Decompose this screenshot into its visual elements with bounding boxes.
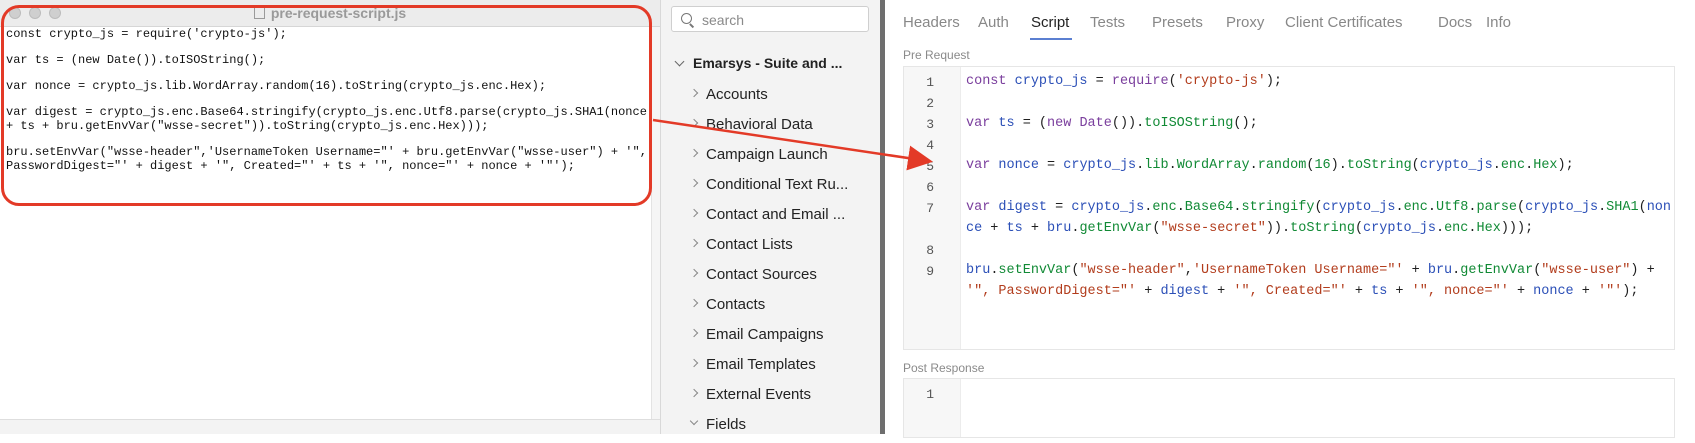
chevron-right-icon	[689, 388, 699, 398]
chevron-right-icon	[689, 118, 699, 128]
folder-label: Fields	[706, 416, 747, 433]
chevron-right-icon	[689, 178, 699, 188]
folder-item-email-templates[interactable]: Email Templates	[661, 353, 881, 383]
search-box[interactable]	[671, 6, 869, 32]
line-number: 9	[926, 264, 934, 279]
folder-label: Behavioral Data	[706, 116, 813, 133]
code-line: var nonce = crypto_js.lib.WordArray.rand…	[966, 158, 1574, 173]
line-number: 7	[926, 201, 934, 216]
tab-client-certificates[interactable]: Client Certificates	[1285, 14, 1403, 31]
request-panel: Headers Auth Script Tests Presets Proxy …	[885, 0, 1695, 438]
folder-label: Conditional Text Ru...	[706, 176, 849, 193]
folder-item-fields[interactable]: Fields	[661, 413, 881, 443]
code-line: const crypto_js = require('crypto-js');	[966, 74, 1283, 89]
line-number: 1	[926, 387, 934, 402]
editor-scrollbar[interactable]	[651, 27, 660, 419]
folder-item-email-campaigns[interactable]: Email Campaigns	[661, 323, 881, 353]
tab-info[interactable]: Info	[1486, 14, 1511, 31]
line-number: 2	[926, 96, 934, 111]
collection-name: Emarsys - Suite and ...	[693, 55, 843, 71]
folder-item-contacts[interactable]: Contacts	[661, 293, 881, 323]
chevron-right-icon	[689, 208, 699, 218]
tab-proxy[interactable]: Proxy	[1226, 14, 1264, 31]
chevron-right-icon	[689, 238, 699, 248]
line-number: 5	[926, 159, 934, 174]
chevron-right-icon	[689, 298, 699, 308]
pre-request-editor[interactable]: 1 2 3 4 5 6 7 8 9 const crypto_js = requ…	[903, 66, 1675, 350]
chevron-right-icon	[689, 88, 699, 98]
folder-item-accounts[interactable]: Accounts	[661, 83, 881, 113]
search-input[interactable]	[700, 10, 864, 30]
code-line: var digest = crypto_js.enc.Base64.string…	[966, 200, 1671, 236]
tab-presets[interactable]: Presets	[1152, 14, 1203, 31]
pre-request-label: Pre Request	[903, 48, 970, 62]
chevron-right-icon	[689, 148, 699, 158]
sidebar: Emarsys - Suite and ... Accounts Behavio…	[660, 0, 881, 434]
folder-item-contact-lists[interactable]: Contact Lists	[661, 233, 881, 263]
folder-item-campaign-launch[interactable]: Campaign Launch	[661, 143, 881, 173]
collection-item[interactable]: Emarsys - Suite and ...	[673, 55, 878, 77]
line-number: 6	[926, 180, 934, 195]
chevron-right-icon	[689, 328, 699, 338]
annotation-highlight-box	[1, 5, 652, 206]
active-tab-indicator	[1030, 38, 1072, 40]
folder-label: Contact Lists	[706, 236, 793, 253]
folder-list: Accounts Behavioral Data Campaign Launch…	[661, 83, 881, 443]
tab-auth[interactable]: Auth	[978, 14, 1009, 31]
folder-label: Campaign Launch	[706, 146, 828, 163]
line-number: 3	[926, 117, 934, 132]
chevron-right-icon	[689, 358, 699, 368]
line-number: 1	[926, 75, 934, 90]
tab-script[interactable]: Script	[1031, 14, 1069, 31]
code-line: bru.setEnvVar("wsse-header",'UsernameTok…	[966, 263, 1663, 299]
tab-tests[interactable]: Tests	[1090, 14, 1125, 31]
post-response-editor[interactable]: 1	[903, 378, 1675, 438]
chevron-right-icon	[689, 268, 699, 278]
folder-item-conditional-text[interactable]: Conditional Text Ru...	[661, 173, 881, 203]
folder-item-external-events[interactable]: External Events	[661, 383, 881, 413]
code-line: var ts = (new Date()).toISOString();	[966, 116, 1258, 131]
chevron-down-icon	[674, 56, 685, 67]
line-number-gutter: 1 2 3 4 5 6 7 8 9	[904, 67, 961, 349]
folder-label: Contact Sources	[706, 266, 817, 283]
line-number-gutter: 1	[904, 379, 961, 437]
post-response-label: Post Response	[903, 361, 985, 375]
line-number: 8	[926, 243, 934, 258]
folder-label: Contact and Email ...	[706, 206, 846, 223]
folder-item-contact-sources[interactable]: Contact Sources	[661, 263, 881, 293]
folder-label: Email Campaigns	[706, 326, 824, 343]
search-icon	[681, 13, 692, 24]
folder-label: Email Templates	[706, 356, 816, 373]
line-number: 4	[926, 138, 934, 153]
window-bottom-bar	[0, 419, 660, 434]
folder-label: Contacts	[706, 296, 766, 313]
folder-label: Accounts	[706, 86, 768, 103]
folder-label: External Events	[706, 386, 812, 403]
tab-docs[interactable]: Docs	[1438, 14, 1472, 31]
tab-headers[interactable]: Headers	[903, 14, 960, 31]
folder-item-contact-and-email[interactable]: Contact and Email ...	[661, 203, 881, 233]
folder-item-behavioral-data[interactable]: Behavioral Data	[661, 113, 881, 143]
request-tabs: Headers Auth Script Tests Presets Proxy …	[885, 0, 1695, 44]
chevron-down-icon	[689, 416, 699, 426]
